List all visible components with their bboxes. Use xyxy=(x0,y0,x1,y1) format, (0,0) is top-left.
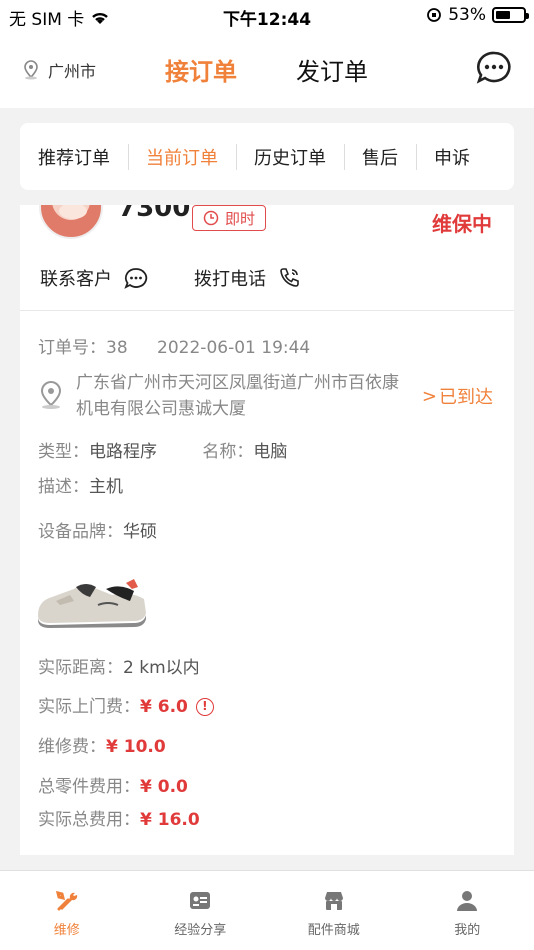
status-right: 53% xyxy=(426,5,529,25)
total-fee-row: 实际总费用：¥ 16.0 xyxy=(38,805,200,830)
chat-icon xyxy=(476,51,511,84)
tab-parts-shop-label: 配件商城 xyxy=(307,923,360,938)
parts-fee-row: 总零件费用：¥ 0.0 xyxy=(38,772,188,797)
tab-mine[interactable]: 我的 xyxy=(401,871,534,950)
repair-fee-value: ¥ 10.0 xyxy=(106,737,166,757)
location-label: 广州市 xyxy=(48,62,97,81)
order-meta: 订单号：38 2022-06-01 19:44 xyxy=(38,333,310,358)
total-fee-value: ¥ 16.0 xyxy=(140,810,200,830)
desc-row: 描述：主机 xyxy=(38,472,123,497)
address-row[interactable]: 广东省广州市天河区凤凰街道广州市百依康机电有限公司惠诚大厦 > 已到达 xyxy=(38,370,493,422)
parts-fee-label: 总零件费用： xyxy=(38,777,140,797)
order-number: 订单号：38 xyxy=(38,338,128,358)
location-pin-icon xyxy=(24,60,38,80)
visit-fee-value: ¥ 6.0 xyxy=(140,697,188,717)
desc-label: 描述： xyxy=(38,477,89,497)
tab-after-sales[interactable]: 售后 xyxy=(344,143,416,170)
instant-label: 即时 xyxy=(225,209,256,228)
chat-bubble-icon xyxy=(124,268,148,289)
name-value: 电脑 xyxy=(253,442,288,462)
parts-fee-value: ¥ 0.0 xyxy=(140,777,188,797)
distance-value: 2 km以内 xyxy=(123,658,200,678)
order-card[interactable]: 7300 即时 维保中 联系客户 拨打电话 订单号：38 2022-06-01 … xyxy=(20,205,514,855)
phone-icon xyxy=(280,268,299,287)
status-bar: 无 SIM 卡 下午12:44 53% xyxy=(0,0,534,30)
tab-mine-label: 我的 xyxy=(454,923,481,938)
contact-customer-button[interactable]: 联系客户 xyxy=(40,265,148,291)
instant-tag: 即时 xyxy=(192,205,267,231)
customer-number: 7300 xyxy=(118,205,191,223)
info-alert-icon[interactable]: ! xyxy=(195,698,214,716)
tab-repair[interactable]: 维修 xyxy=(0,871,134,950)
distance-row: 实际距离：2 km以内 xyxy=(38,653,200,678)
chevron-left-icon: > xyxy=(421,385,437,407)
contact-customer-label: 联系客户 xyxy=(40,269,112,290)
desc-value: 主机 xyxy=(89,477,123,497)
order-state: 维保中 xyxy=(432,212,492,236)
tab-receive-order[interactable]: 接订单 xyxy=(165,52,237,87)
call-phone-button[interactable]: 拨打电话 xyxy=(194,265,300,291)
share-icon xyxy=(190,892,211,909)
tab-history[interactable]: 历史订单 xyxy=(236,143,344,170)
brand-row: 设备品牌：华硕 xyxy=(38,517,157,542)
tab-experience-share-label: 经验分享 xyxy=(174,923,227,938)
divider xyxy=(20,310,514,311)
battery-fill xyxy=(496,11,510,19)
tab-experience-share[interactable]: 经验分享 xyxy=(134,871,268,950)
brand-label: 设备品牌： xyxy=(38,522,123,542)
visit-fee-row: 实际上门费：¥ 6.0! xyxy=(38,692,214,717)
type-label: 类型： xyxy=(38,442,89,462)
repair-fee-label: 维修费： xyxy=(38,737,106,757)
message-button[interactable] xyxy=(476,50,512,86)
battery-icon xyxy=(492,7,529,23)
tab-repair-label: 维修 xyxy=(53,923,80,938)
tab-appeal[interactable]: 申诉 xyxy=(416,143,488,170)
arrived-status[interactable]: > 已到达 xyxy=(422,383,493,409)
orientation-lock-icon xyxy=(427,8,442,22)
distance-label: 实际距离： xyxy=(38,658,123,678)
shop-icon xyxy=(324,892,343,910)
location-pin-icon xyxy=(40,380,62,409)
tab-recommended[interactable]: 推荐订单 xyxy=(20,144,128,170)
total-fee-label: 实际总费用： xyxy=(38,810,140,830)
tools-icon xyxy=(55,890,77,911)
order-sub-tabs: 推荐订单 当前订单 历史订单 售后 申诉 xyxy=(20,123,514,190)
bottom-tab-bar: 维修 经验分享 配件商城 我的 xyxy=(0,870,534,950)
top-nav: 广州市 接订单 发订单 xyxy=(0,30,534,108)
avatar xyxy=(39,205,103,239)
device-photo[interactable] xyxy=(36,565,148,629)
type-row: 类型：电路程序 名称：电脑 xyxy=(38,437,287,462)
clock-icon xyxy=(203,210,219,226)
type-value: 电路程序 xyxy=(89,442,157,462)
user-icon xyxy=(457,891,478,911)
address-text: 广东省广州市天河区凤凰街道广州市百依康机电有限公司惠诚大厦 xyxy=(76,373,399,419)
tab-current[interactable]: 当前订单 xyxy=(128,143,236,170)
order-time: 2022-06-01 19:44 xyxy=(157,338,311,358)
arrived-label: 已到达 xyxy=(439,387,493,408)
name-label: 名称： xyxy=(202,442,254,462)
tab-send-order[interactable]: 发订单 xyxy=(296,52,368,87)
location-selector[interactable]: 广州市 xyxy=(22,58,96,82)
battery-percent: 53% xyxy=(448,5,486,25)
visit-fee-label: 实际上门费： xyxy=(38,697,140,717)
tab-parts-shop[interactable]: 配件商城 xyxy=(267,871,401,950)
brand-value: 华硕 xyxy=(123,522,157,542)
repair-fee-row: 维修费：¥ 10.0 xyxy=(38,732,166,757)
call-phone-label: 拨打电话 xyxy=(194,269,266,290)
